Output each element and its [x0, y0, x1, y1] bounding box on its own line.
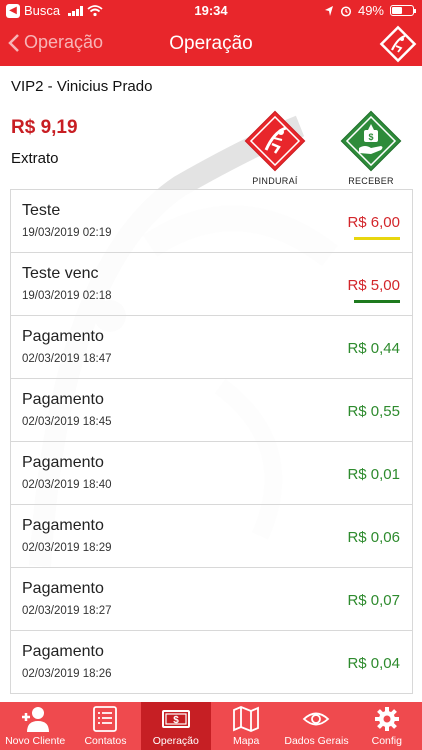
contacts-list-icon: [93, 706, 118, 732]
tab-config[interactable]: Config: [352, 702, 422, 750]
transaction-date: 02/03/2019 18:45: [22, 416, 112, 428]
transaction-row[interactable]: Teste 19/03/2019 02:19 R$ 6,00: [10, 189, 413, 253]
transaction-date: 02/03/2019 18:29: [22, 542, 112, 554]
transaction-date: 02/03/2019 18:26: [22, 668, 112, 680]
transaction-amount: R$ 0,01: [347, 466, 400, 483]
status-right: 49%: [324, 3, 416, 18]
map-icon: [233, 706, 260, 732]
transaction-description: Pagamento: [22, 580, 104, 597]
receber-label: RECEBER: [348, 176, 394, 186]
transaction-description: Pagamento: [22, 391, 104, 408]
transaction-date: 02/03/2019 18:47: [22, 353, 112, 365]
tab-contatos[interactable]: Contatos: [70, 702, 140, 750]
transaction-description: Teste venc: [22, 265, 99, 282]
svg-text:$: $: [368, 132, 373, 142]
pindurai-label: PINDURAÍ: [252, 176, 298, 186]
tab-dados-gerais[interactable]: Dados Gerais: [281, 702, 351, 750]
tab-label: Operação: [152, 735, 199, 747]
tab-label: Dados Gerais: [284, 735, 349, 747]
transaction-date: 19/03/2019 02:18: [22, 290, 112, 302]
battery-percent: 49%: [357, 3, 384, 18]
page-title: Operação: [169, 33, 253, 54]
transaction-amount: R$ 0,04: [347, 655, 400, 672]
transaction-row[interactable]: Pagamento 02/03/2019 18:45 R$ 0,55: [10, 378, 413, 442]
transaction-description: Pagamento: [22, 517, 104, 534]
location-icon: [324, 5, 333, 16]
tab-label: Contatos: [84, 735, 127, 747]
transaction-description: Pagamento: [22, 643, 104, 660]
transaction-row[interactable]: Pagamento 02/03/2019 18:47 R$ 0,44: [10, 315, 413, 379]
amount-status-underline: [354, 237, 400, 240]
money-hand-icon: $: [340, 110, 402, 172]
tab-novo-cliente[interactable]: Novo Cliente: [0, 702, 70, 750]
transaction-amount: R$ 5,00: [347, 277, 400, 294]
tab-label: Mapa: [233, 735, 260, 747]
cash-icon: $: [161, 710, 190, 728]
transaction-amount: R$ 6,00: [347, 214, 400, 231]
transaction-date: 19/03/2019 02:19: [22, 227, 112, 239]
tab-bar: Novo Cliente Contatos $ Operação Mapa Da…: [0, 702, 422, 750]
transaction-list: Teste 19/03/2019 02:19 R$ 6,00 Teste venc 19…: [10, 189, 413, 694]
tab-operacao[interactable]: $ Operação: [140, 702, 211, 750]
add-user-icon: [22, 707, 50, 732]
transaction-row[interactable]: Pagamento 02/03/2019 18:26 R$ 0,04: [10, 630, 413, 694]
eye-icon: [303, 712, 330, 726]
transaction-amount: R$ 0,55: [347, 403, 400, 420]
gear-icon: [374, 707, 399, 731]
pindurai-button[interactable]: PINDURAÍ: [242, 110, 308, 186]
transaction-row[interactable]: Pagamento 02/03/2019 18:27 R$ 0,07: [10, 567, 413, 631]
tab-label: Config: [371, 735, 402, 747]
battery-icon: [390, 5, 416, 16]
status-bar: ◀ Busca 19:34 49%: [0, 0, 422, 22]
account-balance: R$ 9,19: [11, 117, 78, 138]
transaction-row[interactable]: Pagamento 02/03/2019 18:29 R$ 0,06: [10, 504, 413, 568]
transaction-date: 02/03/2019 18:27: [22, 605, 112, 617]
statement-label: Extrato: [11, 150, 59, 167]
transaction-description: Pagamento: [22, 328, 104, 345]
amount-status-underline: [354, 300, 400, 303]
hanging-man-icon: [244, 110, 306, 172]
tab-label: Novo Cliente: [5, 735, 66, 747]
receber-button[interactable]: $ RECEBER: [338, 110, 404, 186]
tab-mapa[interactable]: Mapa: [211, 702, 281, 750]
transaction-description: Teste: [22, 202, 61, 219]
nav-bar: Operação Operação: [0, 22, 422, 66]
transaction-row[interactable]: Pagamento 02/03/2019 18:40 R$ 0,01: [10, 441, 413, 505]
account-name: VIP2 - Vinicius Prado: [11, 78, 153, 95]
transaction-amount: R$ 0,06: [347, 529, 400, 546]
svg-text:$: $: [173, 715, 179, 726]
transaction-amount: R$ 0,44: [347, 340, 400, 357]
transaction-row[interactable]: Teste venc 19/03/2019 02:18 R$ 5,00: [10, 252, 413, 316]
app-logo: [379, 25, 417, 63]
transaction-amount: R$ 0,07: [347, 592, 400, 609]
transaction-date: 02/03/2019 18:40: [22, 479, 112, 491]
alarm-icon: [340, 5, 352, 17]
transaction-description: Pagamento: [22, 454, 104, 471]
